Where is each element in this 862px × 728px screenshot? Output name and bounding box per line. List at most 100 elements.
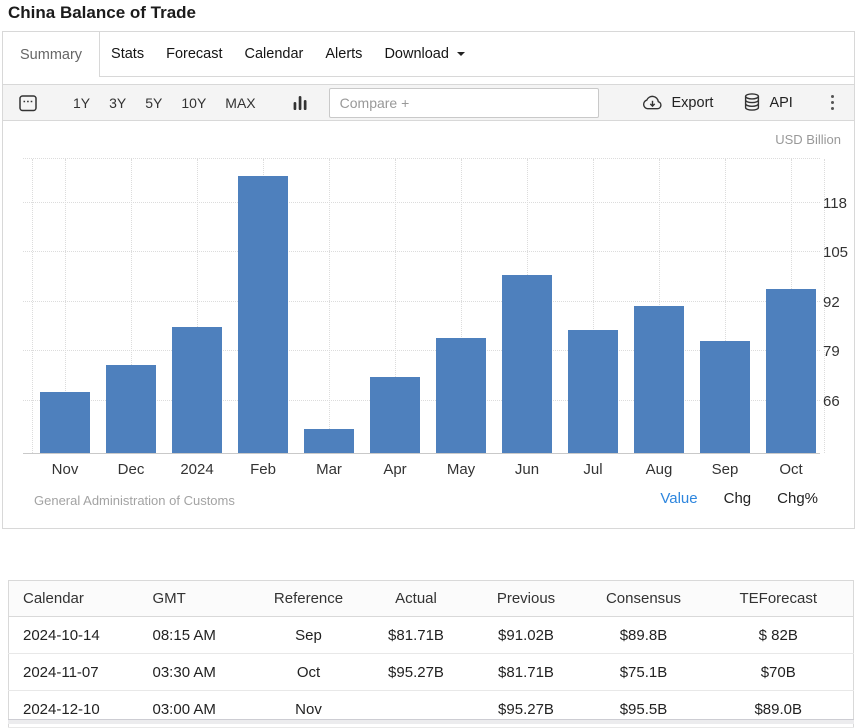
- x-axis-label: Sep: [692, 461, 758, 478]
- bar-slot: [296, 159, 362, 453]
- bar-Jul: [568, 330, 618, 453]
- plot-area: [23, 159, 820, 454]
- chart-toolbar: 1Y 3Y 5Y 10Y MAX Export: [3, 84, 854, 121]
- table-cell: $95.27B: [364, 654, 469, 691]
- calendar-table-body: 2024-10-1408:15 AMSep$81.71B$91.02B$89.8…: [9, 617, 854, 728]
- tab-calendar-label: Calendar: [245, 46, 304, 62]
- tab-summary[interactable]: Summary: [3, 32, 100, 77]
- tab-calendar[interactable]: Calendar: [234, 32, 315, 76]
- x-axis-label: Mar: [296, 461, 362, 478]
- table-cell: 2024-10-14: [9, 617, 139, 654]
- tab-forecast[interactable]: Forecast: [155, 32, 233, 76]
- bar-slot: [98, 159, 164, 453]
- col-header-teforecast: TEForecast: [704, 581, 854, 617]
- y-axis-unit-label: USD Billion: [775, 132, 841, 147]
- table-row[interactable]: 2024-10-1408:15 AMSep$81.71B$91.02B$89.8…: [9, 617, 854, 654]
- y-axis-label: 105: [823, 244, 848, 261]
- chart-area: USD Billion 667992105118 NovDec2024FebMa…: [3, 121, 854, 529]
- bar-slot: [32, 159, 98, 453]
- mode-link-value[interactable]: Value: [660, 490, 697, 507]
- tab-download[interactable]: Download: [373, 32, 476, 76]
- tab-bar: Summary Stats Forecast Calendar Alerts D…: [3, 32, 854, 77]
- range-button-1y[interactable]: 1Y: [73, 95, 90, 111]
- bar-May: [436, 338, 486, 454]
- bar-2024: [172, 327, 222, 453]
- bar-Dec: [106, 365, 156, 453]
- more-options-button[interactable]: [827, 93, 838, 112]
- bar-slot: [428, 159, 494, 453]
- compare-input[interactable]: [329, 88, 599, 118]
- mode-link-chgpct[interactable]: Chg%: [777, 490, 818, 507]
- tab-alerts-label: Alerts: [325, 46, 362, 62]
- table-cell: Sep: [254, 617, 364, 654]
- bar-Oct: [766, 289, 816, 453]
- table-header-row: Calendar GMT Reference Actual Previous C…: [9, 581, 854, 617]
- x-axis-labels: NovDec2024FebMarAprMayJunJulAugSepOct: [32, 461, 824, 478]
- x-axis-label: Jun: [494, 461, 560, 478]
- bar-slot: [230, 159, 296, 453]
- table-row[interactable]: 2024-11-0703:30 AMOct$95.27B$81.71B$75.1…: [9, 654, 854, 691]
- y-axis-label: 92: [823, 294, 840, 311]
- api-label: API: [769, 95, 792, 111]
- col-header-consensus: Consensus: [584, 581, 704, 617]
- col-header-gmt: GMT: [139, 581, 254, 617]
- table-cell: $81.71B: [469, 654, 584, 691]
- bar-Feb: [238, 176, 288, 454]
- kebab-icon: [831, 95, 834, 98]
- bar-Nov: [40, 392, 90, 453]
- col-header-actual: Actual: [364, 581, 469, 617]
- range-button-max[interactable]: MAX: [225, 95, 255, 111]
- table-cell: 03:30 AM: [139, 654, 254, 691]
- x-axis-label: 2024: [164, 461, 230, 478]
- col-header-previous: Previous: [469, 581, 584, 617]
- calendar-icon: [19, 94, 37, 112]
- tab-download-label: Download: [384, 46, 449, 62]
- x-axis-label: May: [428, 461, 494, 478]
- bar-Apr: [370, 377, 420, 453]
- page-title: China Balance of Trade: [8, 3, 196, 23]
- x-axis-label: Aug: [626, 461, 692, 478]
- bar-slot: [626, 159, 692, 453]
- table-cell: $81.71B: [364, 617, 469, 654]
- mode-link-chg[interactable]: Chg: [724, 490, 752, 507]
- source-attribution: General Administration of Customs: [34, 493, 235, 508]
- tab-stats[interactable]: Stats: [100, 32, 155, 76]
- calendar-table: Calendar GMT Reference Actual Previous C…: [8, 580, 854, 728]
- y-axis-labels: 667992105118: [823, 159, 862, 453]
- bar-slot: [758, 159, 824, 453]
- chevron-down-icon: [457, 52, 465, 56]
- bar-slot: [164, 159, 230, 453]
- x-axis-label: Dec: [98, 461, 164, 478]
- x-axis-label: Jul: [560, 461, 626, 478]
- api-button[interactable]: API: [743, 93, 792, 112]
- tab-alerts[interactable]: Alerts: [314, 32, 373, 76]
- export-button[interactable]: Export: [641, 95, 714, 111]
- table-cell: $ 82B: [704, 617, 854, 654]
- cloud-download-icon: [641, 95, 664, 111]
- indicator-card: Summary Stats Forecast Calendar Alerts D…: [2, 31, 855, 529]
- series-mode-links: Value Chg Chg%: [660, 490, 818, 507]
- range-button-10y[interactable]: 10Y: [181, 95, 206, 111]
- range-button-3y[interactable]: 3Y: [109, 95, 126, 111]
- y-axis-label: 118: [823, 195, 847, 212]
- x-axis-label: Apr: [362, 461, 428, 478]
- range-button-5y[interactable]: 5Y: [145, 95, 162, 111]
- table-cell: Oct: [254, 654, 364, 691]
- export-label: Export: [672, 95, 714, 111]
- bar-slot: [560, 159, 626, 453]
- table-cell: $70B: [704, 654, 854, 691]
- chart-type-button[interactable]: [293, 95, 307, 111]
- bar-chart-icon: [293, 95, 307, 111]
- bar-Mar: [304, 429, 354, 453]
- y-axis-label: 79: [823, 343, 840, 360]
- toolbar-right-group: Export API: [641, 93, 838, 112]
- bar-slot: [692, 159, 758, 453]
- table-cell: 2024-11-07: [9, 654, 139, 691]
- x-axis-label: Oct: [758, 461, 824, 478]
- bar-slot: [494, 159, 560, 453]
- date-range-button[interactable]: [19, 94, 37, 112]
- database-icon: [743, 93, 761, 112]
- bar-Sep: [700, 341, 750, 453]
- bar-Aug: [634, 306, 684, 454]
- table-cell: $91.02B: [469, 617, 584, 654]
